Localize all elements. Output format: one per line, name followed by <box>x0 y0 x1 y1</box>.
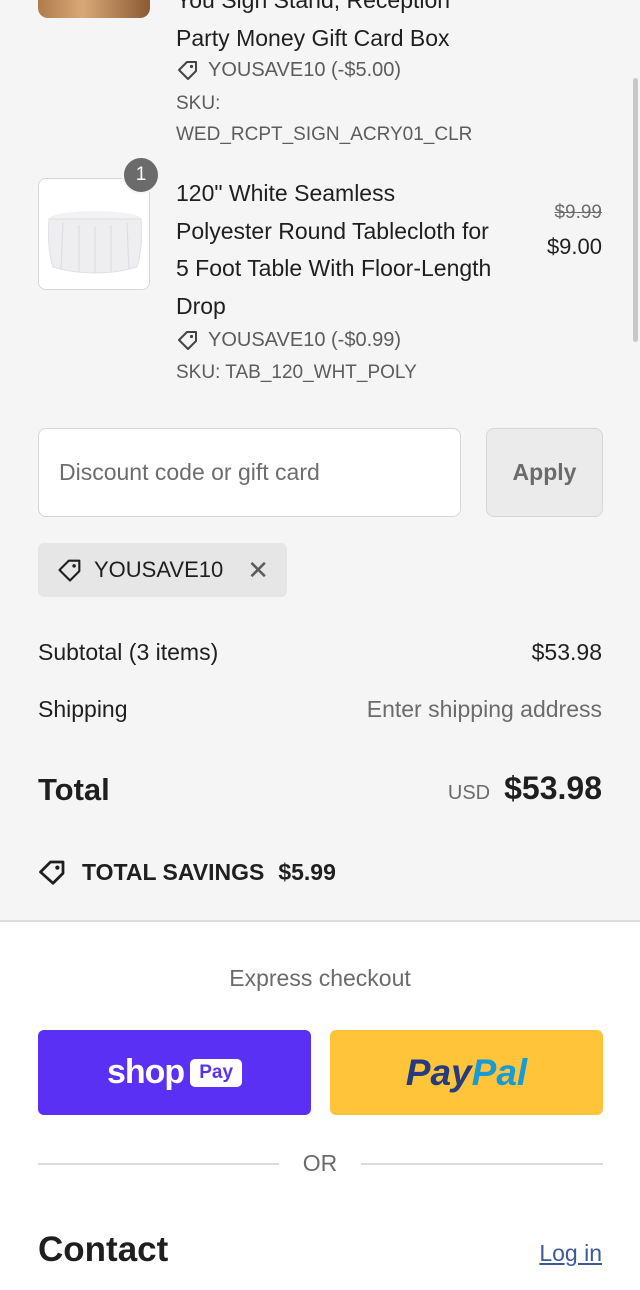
item-title-line: Party Money Gift Card Box <box>176 24 450 51</box>
paypal-wordmark-pal: Pal <box>471 1051 528 1093</box>
item-sku-value: WED_RCPT_SIGN_ACRY01_CLR <box>176 124 473 145</box>
divider-right <box>361 1163 603 1165</box>
currency-code: USD <box>447 782 491 804</box>
apply-button[interactable]: Apply <box>486 428 603 517</box>
contact-heading: Contact <box>38 1230 169 1269</box>
tag-icon <box>58 559 81 582</box>
original-price: $9.99 <box>554 202 602 223</box>
tablecloth-image <box>39 179 149 289</box>
item-sku-label: SKU: <box>176 93 221 114</box>
total-amount: $53.98 <box>504 770 602 806</box>
shipping-value: Enter shipping address <box>366 696 602 722</box>
shop-pay-wordmark: shop <box>106 1053 185 1091</box>
item-title-line: Polyester Round Tablecloth for <box>176 217 489 244</box>
item-title-line: 120" White Seamless <box>176 180 396 206</box>
subtotal-label: Subtotal (3 items) <box>38 639 219 665</box>
express-checkout-title: Express checkout <box>229 965 411 991</box>
tag-icon <box>178 61 197 80</box>
item-sku: SKU: TAB_120_WHT_POLY <box>176 362 417 383</box>
savings-label: TOTAL SAVINGS <box>82 858 265 885</box>
total-savings: TOTAL SAVINGS $5.99 <box>38 857 336 887</box>
scrollbar[interactable] <box>633 78 638 342</box>
shop-pay-button[interactable]: shop Pay <box>38 1030 311 1115</box>
tag-icon <box>178 331 197 350</box>
item-title-line: Drop <box>176 292 226 319</box>
item-discount: YOUSAVE10 (-$0.99) <box>176 328 401 352</box>
item-title-line: You Sign Stand, Reception <box>176 0 451 13</box>
discount-code-input[interactable]: Discount code or gift card <box>38 428 461 517</box>
quantity-badge: 1 <box>122 156 160 194</box>
total-label: Total <box>38 772 110 807</box>
total-amount-group: USD $53.98 <box>448 770 602 807</box>
subtotal-value: $53.98 <box>531 639 602 665</box>
product-thumbnail-sign-stand <box>38 0 150 18</box>
item-discount-text: YOUSAVE10 (-$5.00) <box>208 58 402 81</box>
shipping-label: Shipping <box>38 696 128 722</box>
item-title: 120" White Seamless Polyester Round Tabl… <box>176 175 526 325</box>
item-discount: YOUSAVE10 (-$5.00) <box>176 58 401 82</box>
paypal-button[interactable]: Pay Pal <box>330 1030 603 1115</box>
product-thumbnail-tablecloth <box>38 178 150 290</box>
item-title: You Sign Stand, Reception Party Money Gi… <box>176 0 526 57</box>
item-title-line: 5 Foot Table With Floor-Length <box>176 255 492 281</box>
item-price: $9.00 <box>546 234 602 259</box>
applied-code-text: YOUSAVE10 <box>94 557 224 582</box>
paypal-wordmark-pay: Pay <box>405 1051 472 1093</box>
savings-tag-icon <box>39 860 65 885</box>
applied-discount-chip: YOUSAVE10 ✕ <box>38 543 287 597</box>
order-summary: You Sign Stand, Reception Party Money Gi… <box>0 0 640 922</box>
close-icon[interactable]: ✕ <box>247 557 269 583</box>
shop-pay-box: Pay <box>190 1058 243 1087</box>
login-link[interactable]: Log in <box>539 1240 602 1267</box>
item-discount-text: YOUSAVE10 (-$0.99) <box>208 328 402 351</box>
savings-value: $5.99 <box>278 858 336 885</box>
